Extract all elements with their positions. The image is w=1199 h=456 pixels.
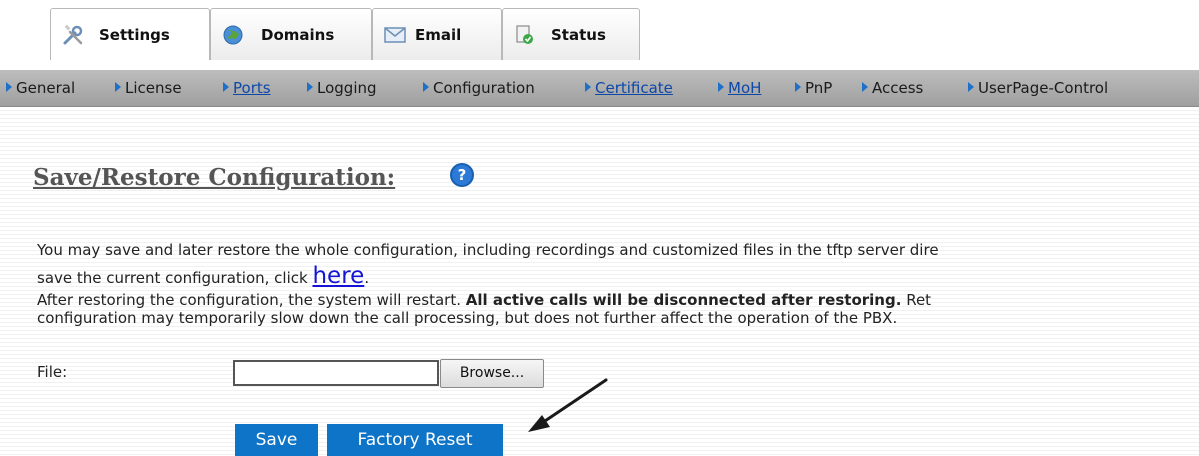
nav-arrow-icon <box>6 82 12 92</box>
description-line-1: You may save and later restore the whole… <box>37 241 939 259</box>
description-line-2: save the current configuration, click he… <box>37 263 369 289</box>
subnav-item-userpage-control[interactable]: UserPage-Control <box>968 79 1108 97</box>
tab-settings-label: Settings <box>99 26 170 44</box>
warning-bold-text: All active calls will be disconnected af… <box>465 291 902 309</box>
nav-arrow-icon <box>718 82 724 92</box>
subnav-item-moh[interactable]: MoH <box>718 79 761 97</box>
nav-arrow-icon <box>968 82 974 92</box>
description-text: save the current configuration, click <box>37 269 313 287</box>
warning-line-2: configuration may temporarily slow down … <box>37 309 898 327</box>
description-period: . <box>364 269 370 287</box>
subnav-item-logging[interactable]: Logging <box>307 79 377 97</box>
tab-domains[interactable]: Domains <box>210 8 372 60</box>
file-path-input[interactable] <box>233 360 439 386</box>
save-configuration-link[interactable]: here <box>312 263 364 289</box>
subnav-item-pnp[interactable]: PnP <box>795 79 832 97</box>
tab-email-label: Email <box>415 26 462 44</box>
subnav-item-configuration[interactable]: Configuration <box>423 79 535 97</box>
nav-arrow-icon <box>423 82 429 92</box>
tab-email[interactable]: Email <box>372 8 502 60</box>
file-label: File: <box>37 363 68 381</box>
annotation-arrow-icon <box>528 378 608 432</box>
subnav-item-general[interactable]: General <box>6 79 75 97</box>
subnav-item-license[interactable]: License <box>115 79 182 97</box>
warning-text-tail: Ret <box>901 291 932 309</box>
tab-status-label: Status <box>551 26 606 44</box>
nav-arrow-icon <box>307 82 313 92</box>
subnav-item-access[interactable]: Access <box>862 79 923 97</box>
content-panel: Save/Restore Configuration: ? You may sa… <box>0 107 1199 456</box>
warning-line-1: After restoring the configuration, the s… <box>37 291 931 309</box>
subnav-item-certificate[interactable]: Certificate <box>585 79 673 97</box>
help-icon[interactable]: ? <box>450 163 474 187</box>
globe-icon <box>223 25 243 45</box>
tab-settings[interactable]: Settings <box>50 8 210 60</box>
nav-arrow-icon <box>795 82 801 92</box>
page-title: Save/Restore Configuration: <box>33 164 396 191</box>
warning-text: After restoring the configuration, the s… <box>37 291 466 309</box>
subnav-item-ports[interactable]: Ports <box>223 79 271 97</box>
wrench-screwdriver-icon <box>63 24 83 45</box>
nav-arrow-icon <box>115 82 121 92</box>
nav-arrow-icon <box>862 82 868 92</box>
settings-subnav-bar: General License Ports Logging Configurat… <box>0 70 1199 107</box>
nav-arrow-icon <box>585 82 591 92</box>
nav-arrow-icon <box>223 82 229 92</box>
save-button[interactable]: Save <box>235 424 318 456</box>
tab-domains-label: Domains <box>261 26 335 44</box>
tab-status[interactable]: Status <box>502 8 640 60</box>
factory-reset-button[interactable]: Factory Reset <box>327 424 503 456</box>
status-page-icon <box>516 25 533 44</box>
envelope-icon <box>384 27 406 43</box>
